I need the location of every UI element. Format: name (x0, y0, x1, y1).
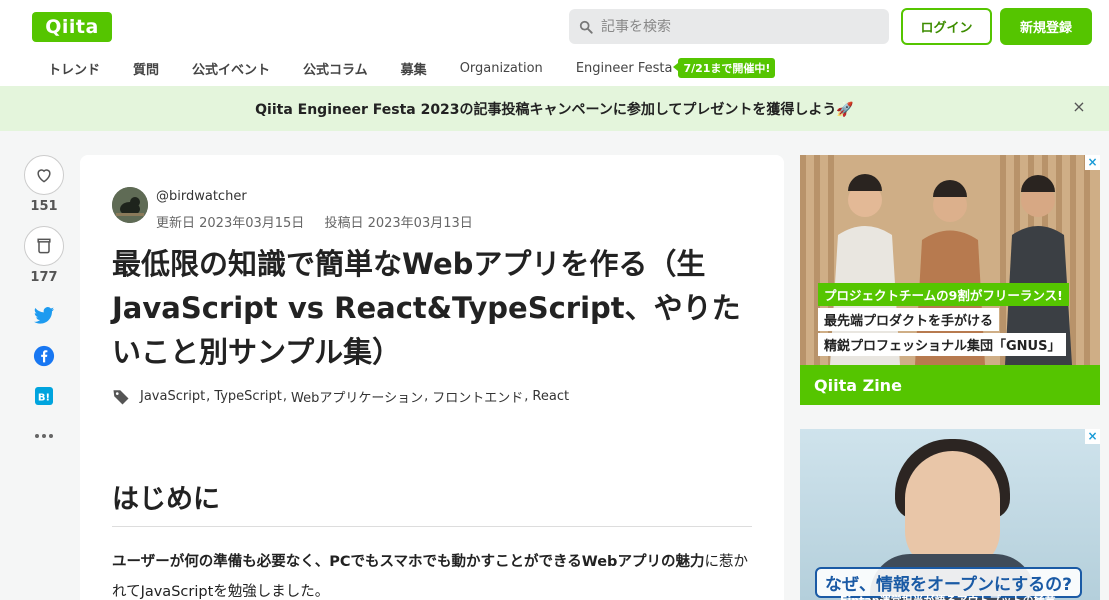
article-paragraph: ユーザーが何の準備も必要なく、PCでもスマホでも動かすことができるWebアプリの… (112, 547, 752, 600)
ad-caption-line1: プロジェクトチームの9割がフリーランス! (818, 283, 1069, 306)
stock-button[interactable] (24, 226, 64, 266)
qiita-logo[interactable]: Qiita (32, 12, 112, 42)
tag-separator: , (282, 389, 288, 404)
article-actions: 151 177 B! (22, 155, 66, 457)
tag-icon (113, 389, 129, 404)
signup-button[interactable]: 新規登録 (1000, 8, 1092, 45)
more-options-button[interactable] (33, 425, 55, 447)
twitter-share-button[interactable] (33, 305, 55, 327)
nav-item-engineer-festa[interactable]: Engineer Festa (576, 54, 673, 82)
article-title: 最低限の知識で簡単なWebアプリを作る（生JavaScript vs React… (112, 247, 741, 369)
ad-footer-brand: Qiita Zine (800, 365, 1100, 405)
hatena-bookmark-button[interactable]: B! (33, 385, 55, 407)
nav-item-official-columns[interactable]: 公式コラム (303, 54, 368, 82)
nav-item-recruit[interactable]: 募集 (401, 54, 427, 82)
article-dates: 更新日 2023年03月15日 投稿日 2023年03月13日 (156, 212, 489, 231)
festa-badge: 7/21まで開催中! (673, 58, 776, 78)
facebook-icon (33, 345, 55, 367)
search-box[interactable] (569, 9, 889, 44)
search-input[interactable] (601, 18, 871, 35)
tag-separator: , (206, 389, 211, 404)
bird-avatar-image (112, 187, 148, 223)
tag-react[interactable]: React (532, 389, 569, 404)
tag-typescript[interactable]: TypeScript (214, 389, 282, 404)
close-icon[interactable]: × (1071, 99, 1087, 115)
tag-list: JavaScript, TypeScript, Webアプリケーション, フロン… (112, 387, 569, 406)
author-username[interactable]: @birdwatcher (156, 189, 247, 204)
ad-qiita-zine[interactable]: プロジェクトチームの9割がフリーランス! 最先端プロダクトを手がける 精鋭プロフ… (800, 155, 1100, 405)
posted-date: 投稿日 2023年03月13日 (324, 216, 473, 231)
tag-webapp[interactable]: Webアプリケーション (291, 387, 423, 406)
login-button[interactable]: ログイン (901, 8, 992, 45)
more-icon (35, 434, 53, 438)
paragraph-bold-text: ユーザーが何の準備も必要なく、PCでもスマホでも動かすことができるWebアプリの… (112, 554, 705, 570)
nav-item-questions[interactable]: 質問 (133, 54, 159, 82)
nav-item-organization[interactable]: Organization (460, 54, 543, 82)
facebook-share-button[interactable] (33, 345, 55, 367)
global-nav: トレンド 質問 公式イベント 公式コラム 募集 Organization Eng… (32, 54, 776, 82)
nav-item-official-events[interactable]: 公式イベント (192, 54, 270, 82)
stock-icon (37, 238, 51, 254)
stock-count: 177 (30, 270, 58, 285)
tag-separator: , (524, 389, 529, 404)
ad-caption-line2: 最先端プロダクトを手がける (818, 308, 1000, 331)
article-card: @birdwatcher 更新日 2023年03月15日 投稿日 2023年03… (80, 155, 784, 600)
ad-subline: Fintan運営担当が語るアウトプットの極意 (840, 592, 1056, 600)
search-icon (579, 20, 593, 34)
tag-javascript[interactable]: JavaScript (140, 389, 205, 404)
ad-fintan[interactable]: なぜ、情報をオープンにするの? Fintan運営担当が語るアウトプットの極意 × (800, 429, 1100, 600)
heart-icon (37, 169, 51, 183)
author-avatar[interactable] (112, 187, 148, 223)
ad-person-face (905, 451, 1000, 571)
twitter-icon (33, 307, 55, 324)
ad-close-icon[interactable]: × (1085, 429, 1100, 444)
site-header: Qiita ログイン 新規登録 トレンド 質問 公式イベント 公式コラム 募集 … (0, 0, 1109, 86)
ad-caption-line3: 精鋭プロフェッショナル集団「GNUS」 (818, 333, 1067, 356)
nav-item-trend[interactable]: トレンド (48, 54, 100, 82)
like-button[interactable] (24, 155, 64, 195)
campaign-banner-text[interactable]: Qiita Engineer Festa 2023の記事投稿キャンペーンに参加し… (255, 99, 854, 119)
tag-separator: , (424, 389, 429, 404)
ad-close-icon[interactable]: × (1085, 155, 1100, 170)
campaign-banner: Qiita Engineer Festa 2023の記事投稿キャンペーンに参加し… (0, 86, 1109, 131)
tag-frontend[interactable]: フロントエンド (432, 387, 523, 406)
like-count: 151 (30, 199, 58, 214)
hatena-bookmark-icon: B! (35, 387, 53, 405)
section-heading: はじめに (112, 477, 752, 527)
ad-caption: プロジェクトチームの9割がフリーランス! 最先端プロダクトを手がける 精鋭プロフ… (818, 283, 1069, 358)
updated-date: 更新日 2023年03月15日 (156, 216, 305, 231)
svg-text:B!: B! (38, 393, 50, 404)
